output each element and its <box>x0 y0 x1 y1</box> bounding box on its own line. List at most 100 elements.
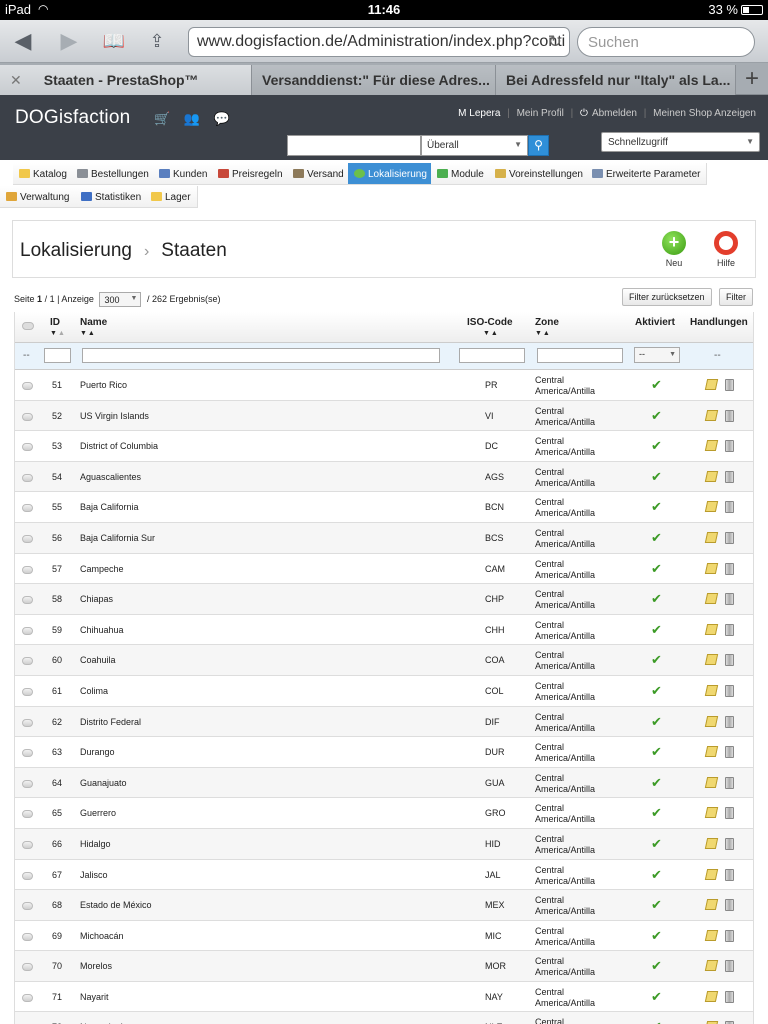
active-check-icon[interactable]: ✔ <box>651 652 662 668</box>
messages-icon[interactable]: 💬 <box>214 111 230 126</box>
row-checkbox[interactable] <box>22 963 33 972</box>
row-checkbox[interactable] <box>22 749 33 758</box>
delete-icon[interactable] <box>725 868 734 881</box>
table-row[interactable]: 64 Guanajuato GUA Central America/Antilla ✔ <box>15 767 753 799</box>
table-row[interactable]: 51 Puerto Rico PR Central America/Antilla ✔ <box>15 370 753 401</box>
cart-icon[interactable]: 🛒 <box>154 111 170 126</box>
edit-icon[interactable] <box>704 807 719 819</box>
edit-icon[interactable] <box>704 531 719 543</box>
reset-filter-button[interactable]: Filter zurücksetzen <box>622 288 712 306</box>
delete-icon[interactable] <box>725 960 734 973</box>
edit-icon[interactable] <box>704 470 719 482</box>
row-checkbox[interactable] <box>22 473 33 482</box>
per-page-select[interactable]: 300 ▼ <box>99 292 142 307</box>
edit-icon[interactable] <box>704 837 719 849</box>
active-check-icon[interactable]: ✔ <box>651 958 662 974</box>
edit-icon[interactable] <box>704 929 719 941</box>
row-checkbox[interactable] <box>22 565 33 574</box>
table-row[interactable]: 63 Durango DUR Central America/Antilla ✔ <box>15 737 753 768</box>
table-row[interactable]: 59 Chihuahua CHH Central America/Antilla ✔ <box>15 615 753 646</box>
delete-icon[interactable] <box>725 899 734 912</box>
edit-icon[interactable] <box>704 776 719 788</box>
edit-icon[interactable] <box>704 623 719 635</box>
active-check-icon[interactable]: ✔ <box>651 530 662 546</box>
delete-icon[interactable] <box>725 776 734 789</box>
edit-icon[interactable] <box>704 440 719 452</box>
row-checkbox[interactable] <box>22 504 33 513</box>
table-row[interactable]: 65 Guerrero GRO Central America/Antilla ✔ <box>15 798 753 829</box>
delete-icon[interactable] <box>725 929 734 942</box>
edit-icon[interactable] <box>704 562 719 574</box>
menu-item-statistiken[interactable]: Statistiken <box>75 186 149 208</box>
sort-arrows-icon[interactable]: ▼▲ <box>483 330 499 337</box>
bookmarks-icon[interactable]: 📖 <box>99 28 129 54</box>
table-row[interactable]: 58 Chiapas CHP Central America/Antilla ✔ <box>15 584 753 615</box>
menu-item-lager[interactable]: Lager <box>145 186 198 208</box>
active-check-icon[interactable]: ✔ <box>651 836 662 852</box>
active-check-icon[interactable]: ✔ <box>651 591 662 607</box>
active-check-icon[interactable]: ✔ <box>651 867 662 883</box>
row-checkbox[interactable] <box>22 993 33 1002</box>
edit-icon[interactable] <box>704 409 719 421</box>
address-bar[interactable]: www.dogisfaction.de/Administration/index… <box>188 27 570 57</box>
table-row[interactable]: 66 Hidalgo HID Central America/Antilla ✔ <box>15 828 753 860</box>
row-checkbox[interactable] <box>22 718 33 727</box>
delete-icon[interactable] <box>725 470 734 483</box>
delete-icon[interactable] <box>725 379 734 391</box>
table-row[interactable]: 71 Nayarit NAY Central America/Antilla ✔ <box>15 982 753 1013</box>
table-row[interactable]: 62 Distrito Federal DIF Central America/Anti… <box>15 706 753 738</box>
menu-item-katalog[interactable]: Katalog <box>13 163 74 185</box>
table-row[interactable]: 72Nuevo LeónNLECentralAmerica/Antilla✔ <box>15 1012 753 1024</box>
new-tab-icon[interactable]: + <box>736 65 768 95</box>
sort-arrows-icon[interactable]: ▼▲ <box>50 330 66 337</box>
active-check-icon[interactable]: ✔ <box>651 469 662 485</box>
active-check-icon[interactable]: ✔ <box>651 897 662 913</box>
menu-item-bestellungen[interactable]: Bestellungen <box>71 163 156 185</box>
row-checkbox[interactable] <box>22 412 33 421</box>
row-checkbox[interactable] <box>22 534 33 543</box>
table-row[interactable]: 67 Jalisco JAL Central America/Antilla ✔ <box>15 860 753 891</box>
delete-icon[interactable] <box>725 593 734 606</box>
sort-arrows-icon[interactable]: ▼▲ <box>535 330 551 337</box>
back-icon[interactable]: ◀ <box>8 28 38 54</box>
search-button[interactable]: ⚲ <box>528 135 549 156</box>
edit-icon[interactable] <box>704 746 719 758</box>
row-checkbox[interactable] <box>22 810 33 819</box>
delete-icon[interactable] <box>725 715 734 728</box>
quick-access-select[interactable]: Schnellzugriff ▼ <box>601 132 760 152</box>
table-row[interactable]: 56 Baja California Sur BCS Central America/A… <box>15 522 753 554</box>
menu-item-versand[interactable]: Versand <box>287 163 351 185</box>
delete-icon[interactable] <box>725 409 734 422</box>
table-row[interactable]: 70 Morelos MOR Central America/Antilla ✔ <box>15 951 753 982</box>
menu-item-module[interactable]: Module <box>431 163 491 185</box>
customers-icon[interactable]: 👥 <box>184 111 200 126</box>
table-row[interactable]: 61 Colima COL Central America/Antilla ✔ <box>15 676 753 707</box>
edit-icon[interactable] <box>704 684 719 696</box>
active-check-icon[interactable]: ✔ <box>651 438 662 454</box>
edit-icon[interactable] <box>704 899 719 911</box>
forward-icon[interactable]: ▶ <box>54 28 84 54</box>
edit-icon[interactable] <box>704 715 719 727</box>
filter-id-input[interactable] <box>44 348 71 363</box>
active-check-icon[interactable]: ✔ <box>651 775 662 791</box>
table-row[interactable]: 57 Campeche CAM Central America/Antilla ✔ <box>15 554 753 585</box>
view-shop-link[interactable]: Meinen Shop Anzeigen <box>653 108 756 119</box>
column-zone[interactable]: Zone <box>535 317 559 328</box>
row-checkbox[interactable] <box>22 382 33 390</box>
table-row[interactable]: 69 Michoacán MIC Central America/Antilla ✔ <box>15 921 753 952</box>
filter-zone-input[interactable] <box>537 348 623 363</box>
delete-icon[interactable] <box>725 746 734 759</box>
row-checkbox[interactable] <box>22 932 33 941</box>
row-checkbox[interactable] <box>22 687 33 696</box>
breadcrumb-parent[interactable]: Lokalisierung <box>20 240 132 261</box>
filter-iso-input[interactable] <box>459 348 525 363</box>
delete-icon[interactable] <box>725 623 734 636</box>
logout-link[interactable]: Abmelden <box>592 108 637 119</box>
edit-icon[interactable] <box>704 654 719 666</box>
delete-icon[interactable] <box>725 501 734 514</box>
delete-icon[interactable] <box>725 807 734 820</box>
row-checkbox[interactable] <box>22 871 33 880</box>
active-check-icon[interactable]: ✔ <box>651 989 662 1005</box>
row-checkbox[interactable] <box>22 840 33 849</box>
table-row[interactable]: 68 Estado de México MEX Central America/Anti… <box>15 890 753 921</box>
